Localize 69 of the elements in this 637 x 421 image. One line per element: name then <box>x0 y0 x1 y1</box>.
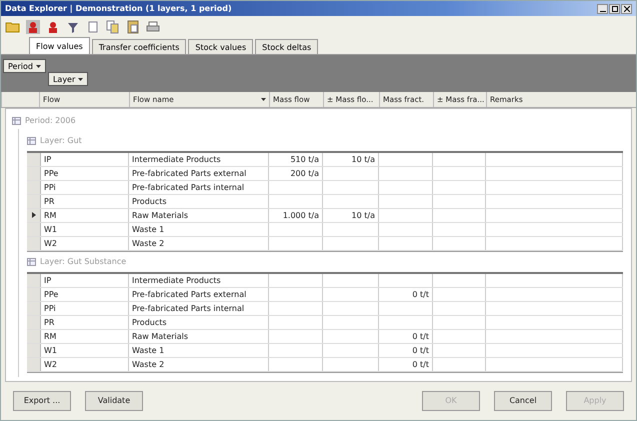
group-chip[interactable]: Period <box>3 59 46 74</box>
layer-group-label: Layer: Gut <box>40 136 82 146</box>
table-cell: Pre-fabricated Parts external <box>129 166 269 180</box>
table-cell: Pre-fabricated Parts external <box>129 288 269 301</box>
layer-group-label: Layer: Gut Substance <box>40 257 126 266</box>
table-cell: PPi <box>41 180 129 194</box>
table-cell: Raw Materials <box>129 208 269 222</box>
table-cell: 10 t/a <box>323 208 379 222</box>
copy-icon <box>105 18 121 35</box>
table-cell: Waste 2 <box>129 358 269 371</box>
copy-button[interactable] <box>105 18 121 35</box>
table-cell: PPe <box>41 288 129 301</box>
table-cell: IP <box>41 152 129 166</box>
table-cell: 0 t/t <box>379 344 433 357</box>
table-cell: PR <box>41 194 129 208</box>
group-chip[interactable]: Layer <box>48 72 88 86</box>
table-cell: Waste 1 <box>129 344 269 357</box>
table-cell: Products <box>129 316 269 329</box>
caret-icon <box>78 78 84 81</box>
person-button[interactable] <box>25 18 41 35</box>
table-cell: Pre-fabricated Parts internal <box>129 302 269 315</box>
caret-icon <box>36 64 41 68</box>
person-icon <box>25 18 41 35</box>
footer-button[interactable]: Export ... <box>13 390 71 411</box>
tab[interactable]: Stock deltas <box>255 39 318 54</box>
minimize-button[interactable] <box>597 4 608 14</box>
grid-icon <box>12 116 21 125</box>
table-cell: W1 <box>41 344 129 357</box>
footer-button[interactable]: Cancel <box>494 390 552 411</box>
grid-icon <box>27 136 36 145</box>
table-cell: 10 t/a <box>323 152 379 166</box>
table-cell: W1 <box>41 222 129 236</box>
close-icon <box>624 6 630 12</box>
table-cell: IP <box>41 274 129 287</box>
maximize-icon <box>612 6 618 12</box>
footer-button[interactable]: Validate <box>85 390 143 411</box>
table-cell: Products <box>129 194 269 208</box>
table-cell: 0 t/t <box>379 330 433 343</box>
paste-button[interactable] <box>125 18 141 35</box>
paste-icon <box>125 18 141 35</box>
table-cell: PPi <box>41 302 129 315</box>
maximize-button[interactable] <box>609 4 620 14</box>
caret-icon <box>261 98 266 101</box>
table-cell: 0 t/t <box>379 288 433 301</box>
table-cell: Waste 2 <box>129 236 269 250</box>
tab[interactable]: Flow values <box>29 37 90 54</box>
close-button[interactable] <box>621 4 632 14</box>
table-cell: W2 <box>41 236 129 250</box>
table-cell: PPe <box>41 166 129 180</box>
table-cell: 510 t/a <box>269 152 323 166</box>
table-cell: Waste 1 <box>129 222 269 236</box>
grid-icon <box>27 258 36 266</box>
window-title: Data Explorer | Demonstration (1 layers, 1 period) <box>5 4 232 14</box>
table-cell: PR <box>41 316 129 329</box>
tab[interactable]: Transfer coefficients <box>92 39 186 54</box>
table-cell: RM <box>41 208 129 222</box>
table-cell: RM <box>41 330 129 343</box>
table-cell: 1.000 t/a <box>269 208 323 222</box>
row-selector[interactable] <box>27 208 41 222</box>
table-cell: W2 <box>41 358 129 371</box>
tab[interactable]: Stock values <box>188 39 254 54</box>
table-cell: Intermediate Products <box>129 152 269 166</box>
table-cell: 0 t/t <box>379 358 433 371</box>
table-cell: Intermediate Products <box>129 274 269 287</box>
table-cell: Raw Materials <box>129 330 269 343</box>
table-cell: Pre-fabricated Parts internal <box>129 180 269 194</box>
current-row-icon <box>32 212 36 218</box>
table-cell: 200 t/a <box>269 166 323 180</box>
period-group-label: Period: 2006 <box>25 116 76 126</box>
